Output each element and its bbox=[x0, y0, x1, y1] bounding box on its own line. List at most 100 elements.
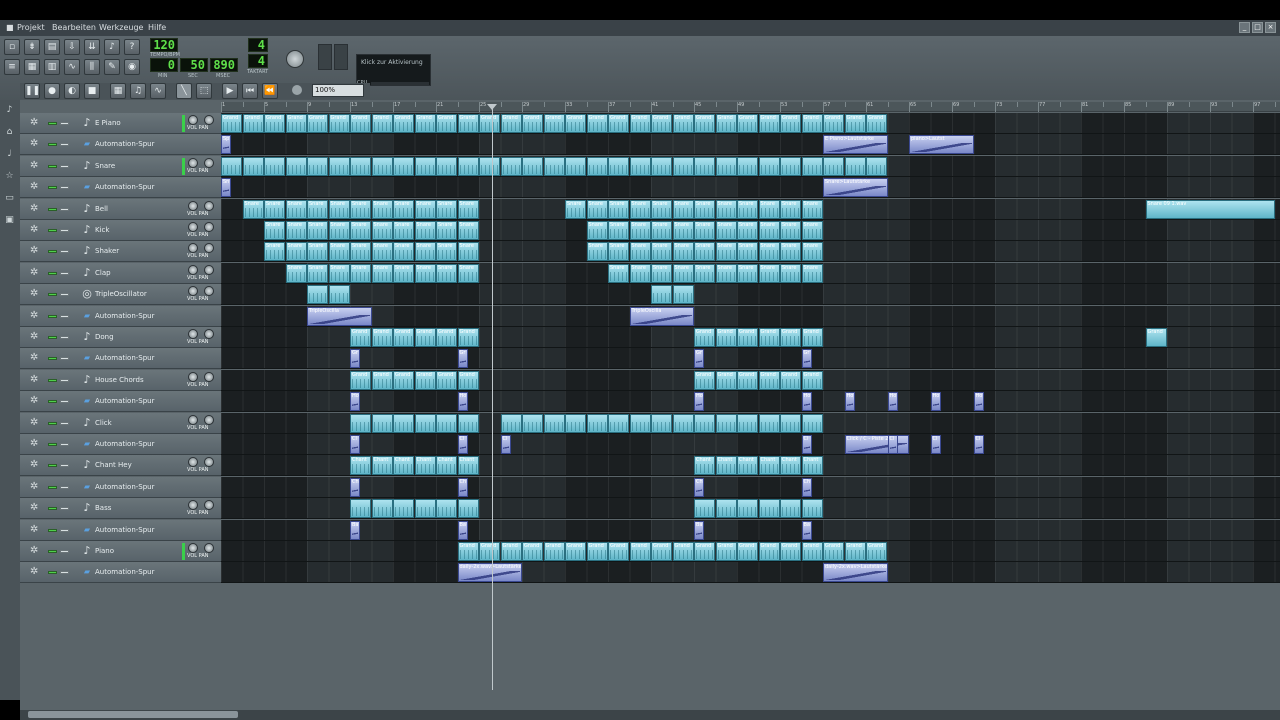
pattern-clip[interactable]: Chant bbox=[436, 456, 457, 476]
pattern-clip[interactable]: Snare 09 1.wav bbox=[1145, 199, 1275, 219]
pattern-clip[interactable]: Snare bbox=[672, 242, 694, 262]
track-timeline[interactable]: Grand Grand Grand Grand Grand Grand Grand Grand… bbox=[221, 327, 1280, 348]
pattern-clip[interactable]: Grand bbox=[823, 542, 844, 561]
pattern-clip[interactable] bbox=[522, 156, 543, 176]
automation-clip[interactable]: Ba bbox=[801, 520, 812, 540]
mute-button[interactable] bbox=[48, 464, 57, 468]
pattern-clip[interactable] bbox=[694, 156, 715, 176]
pattern-clip[interactable]: Chant bbox=[393, 456, 414, 476]
note-icon[interactable]: ♪ bbox=[80, 501, 94, 515]
pattern-clip[interactable]: Grand bbox=[393, 114, 414, 133]
pattern-clip[interactable]: Snare bbox=[436, 199, 457, 219]
gear-icon[interactable]: ✲ bbox=[30, 267, 38, 279]
automation-icon[interactable]: ▰ bbox=[80, 309, 94, 323]
gear-icon[interactable]: ✲ bbox=[30, 524, 38, 536]
mute-button[interactable] bbox=[48, 164, 57, 168]
track-timeline[interactable]: Ho Ho Ho Ho Ho Ho Ho Ho bbox=[221, 391, 1280, 413]
pattern-clip[interactable]: Snare bbox=[264, 221, 285, 240]
pattern-clip[interactable]: Snare bbox=[801, 242, 823, 262]
volume-knob[interactable] bbox=[188, 414, 198, 425]
pan-knob[interactable] bbox=[204, 414, 214, 425]
back-to-start-icon[interactable]: ⏪ bbox=[262, 83, 278, 99]
gear-icon[interactable]: ✲ bbox=[30, 459, 38, 471]
pattern-clip[interactable]: Snare bbox=[651, 263, 672, 283]
gear-icon[interactable]: ✲ bbox=[30, 481, 38, 493]
close-icon[interactable]: × bbox=[1265, 22, 1276, 33]
pattern-clip[interactable]: Grand bbox=[629, 114, 651, 133]
solo-button[interactable] bbox=[60, 207, 69, 211]
pattern-clip[interactable]: Snare bbox=[586, 242, 608, 262]
track-timeline[interactable]: Snare Snare Snare Snare Snare Snare Snare Snare… bbox=[221, 241, 1280, 263]
automation-clip[interactable]: Cl bbox=[973, 435, 984, 454]
pattern-clip[interactable]: Snare bbox=[694, 199, 715, 219]
pattern-clip[interactable]: Chant bbox=[737, 456, 758, 476]
volume-knob[interactable] bbox=[188, 115, 198, 125]
track-header[interactable]: ✲ ♪ Piano VOL PAN bbox=[20, 541, 221, 562]
add-beat-track-icon[interactable]: ▦ bbox=[110, 83, 126, 99]
play-icon[interactable]: ▶ bbox=[222, 83, 238, 99]
pattern-clip[interactable]: Snare bbox=[694, 221, 715, 240]
pattern-clip[interactable] bbox=[328, 156, 350, 176]
pattern-clip[interactable] bbox=[436, 156, 457, 176]
track-timeline[interactable]: Ch Ch Ch Ch bbox=[221, 476, 1280, 498]
pattern-clip[interactable] bbox=[672, 156, 694, 176]
mute-button[interactable] bbox=[48, 336, 57, 339]
solo-button[interactable] bbox=[60, 485, 69, 489]
pattern-clip[interactable]: Grand bbox=[866, 114, 887, 133]
pattern-clip[interactable]: Snare bbox=[264, 199, 285, 219]
cpu-meter[interactable]: Klick zur Aktivierung CPU bbox=[356, 54, 431, 86]
automation-clip[interactable]: Gr bbox=[694, 349, 704, 369]
pattern-clip[interactable] bbox=[285, 156, 307, 176]
track-header[interactable]: ✲ ▰ Automation-Spur bbox=[20, 519, 221, 541]
help-icon[interactable]: ? bbox=[124, 39, 140, 55]
pattern-clip[interactable] bbox=[651, 413, 672, 433]
track-timeline[interactable] bbox=[221, 284, 1280, 306]
pattern-clip[interactable] bbox=[672, 285, 694, 305]
pattern-clip[interactable]: Grand bbox=[715, 542, 737, 561]
pattern-clip[interactable]: Grand bbox=[780, 542, 801, 561]
pattern-clip[interactable]: Snare bbox=[672, 221, 694, 240]
volume-knob[interactable] bbox=[188, 200, 198, 211]
automation-clip[interactable]: Ch bbox=[350, 477, 360, 497]
pattern-clip[interactable] bbox=[737, 156, 758, 176]
track-header[interactable]: ✲ ♪ Bass VOL PAN bbox=[20, 498, 221, 520]
mute-button[interactable] bbox=[48, 571, 57, 575]
track-header[interactable]: ✲ ♪ Click VOL PAN bbox=[20, 412, 221, 434]
project-notes-icon[interactable]: ✎ bbox=[104, 59, 120, 75]
pattern-clip[interactable]: Snare bbox=[629, 221, 651, 240]
mute-button[interactable] bbox=[48, 421, 57, 425]
pattern-clip[interactable] bbox=[479, 156, 500, 176]
pattern-clip[interactable]: Snare bbox=[307, 263, 328, 283]
gear-icon[interactable]: ✲ bbox=[30, 502, 38, 514]
track-timeline[interactable]: Grand Grand Grand Grand Grand Grand Grand Grand… bbox=[221, 369, 1280, 391]
fx-mixer-icon[interactable]: ⫼ bbox=[84, 59, 100, 75]
solo-button[interactable] bbox=[60, 122, 69, 125]
pattern-clip[interactable]: Chant bbox=[457, 456, 479, 476]
add-automation-track-icon[interactable]: ∿ bbox=[150, 83, 166, 99]
pan-knob[interactable] bbox=[204, 286, 214, 297]
record-while-playing-icon[interactable]: ◐ bbox=[64, 83, 80, 99]
stop-icon[interactable]: ■ bbox=[84, 83, 100, 99]
menu-bearbeiten[interactable]: Bearbeiten bbox=[52, 23, 96, 32]
gear-icon[interactable]: ✲ bbox=[30, 374, 38, 386]
pattern-clip[interactable]: Snare bbox=[651, 221, 672, 240]
pattern-clip[interactable]: Grand bbox=[715, 328, 737, 347]
pattern-clip[interactable]: Chant bbox=[350, 456, 371, 476]
pattern-clip[interactable]: Grand bbox=[500, 542, 522, 561]
mute-button[interactable] bbox=[48, 250, 57, 254]
pattern-clip[interactable] bbox=[436, 499, 457, 519]
pattern-clip[interactable] bbox=[414, 156, 436, 176]
pattern-clip[interactable] bbox=[543, 156, 565, 176]
go-to-start-icon[interactable]: ⏮ bbox=[242, 83, 258, 99]
pattern-clip[interactable]: Snare bbox=[414, 263, 436, 283]
pattern-clip[interactable] bbox=[264, 156, 285, 176]
pattern-clip[interactable] bbox=[651, 285, 672, 305]
automation-clip[interactable]: Ho bbox=[457, 392, 468, 412]
pattern-clip[interactable] bbox=[823, 156, 844, 176]
pattern-clip[interactable]: Grand bbox=[414, 114, 436, 133]
volume-knob[interactable] bbox=[188, 457, 198, 468]
pattern-clip[interactable]: Snare bbox=[457, 221, 479, 240]
pattern-clip[interactable]: Grand bbox=[801, 328, 823, 347]
save-as-icon[interactable]: ⇊ bbox=[84, 39, 100, 55]
solo-button[interactable] bbox=[60, 229, 69, 232]
